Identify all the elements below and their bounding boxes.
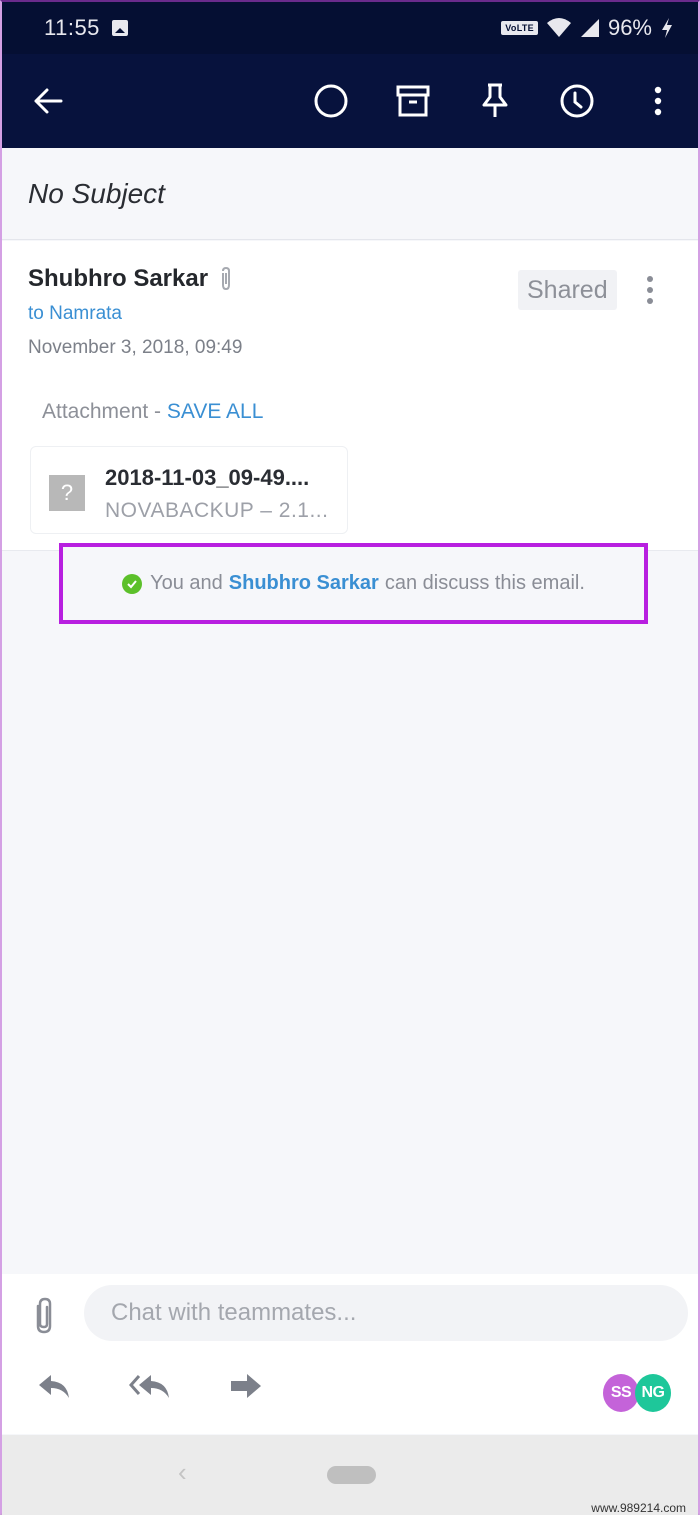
image-notification-icon <box>111 20 128 36</box>
reply-button[interactable] <box>34 1370 74 1402</box>
message-more-button[interactable] <box>638 273 662 307</box>
pin-button[interactable] <box>471 77 519 125</box>
mark-unread-button[interactable] <box>307 77 355 125</box>
dot <box>647 286 653 293</box>
watermark-text: www.989214.com <box>591 1501 686 1515</box>
signal-icon <box>580 19 599 37</box>
avatar-ss[interactable]: SS <box>603 1374 639 1412</box>
save-all-button[interactable]: SAVE ALL <box>167 400 264 423</box>
dot <box>647 275 653 282</box>
more-vertical-icon <box>654 86 662 116</box>
chat-composer: SS NG <box>2 1274 698 1434</box>
wifi-icon <box>546 18 571 37</box>
unknown-file-icon: ? <box>49 475 85 511</box>
attachment-header: Attachment - SAVE ALL <box>42 400 263 424</box>
snooze-button[interactable] <box>553 77 601 125</box>
back-button[interactable] <box>24 77 72 125</box>
paperclip-icon <box>36 1297 52 1334</box>
subject-bar: No Subject <box>2 148 698 240</box>
reply-all-icon <box>129 1375 169 1398</box>
discussion-prefix: You and <box>150 572 223 594</box>
attachment-clip-icon <box>222 266 231 291</box>
forward-arrow-icon <box>231 1374 261 1398</box>
charging-icon <box>662 18 672 38</box>
archive-icon <box>396 85 430 117</box>
back-arrow-icon <box>34 88 63 114</box>
email-subject: No Subject <box>28 177 165 209</box>
nav-back-chevron-icon[interactable]: ‹ <box>178 1457 187 1488</box>
email-date: November 3, 2018, 09:49 <box>28 337 243 358</box>
attach-file-button[interactable] <box>30 1296 58 1336</box>
shared-badge[interactable]: Shared <box>518 270 617 310</box>
nav-home-pill[interactable] <box>327 1466 376 1484</box>
discussion-participant-link[interactable]: Shubhro Sarkar <box>229 572 379 595</box>
sender-name: Shubhro Sarkar <box>28 265 209 292</box>
dot <box>647 298 653 305</box>
attachment-label: Attachment - <box>42 400 167 423</box>
clock-icon <box>560 84 594 118</box>
discussion-suffix: can discuss this email. <box>384 572 585 594</box>
app-toolbar <box>2 54 698 148</box>
recipient-line[interactable]: to Namrata <box>28 303 122 325</box>
forward-button[interactable] <box>226 1370 266 1402</box>
sender-row[interactable]: Shubhro Sarkar <box>28 265 234 293</box>
system-navigation-bar: ‹ www.989214.com <box>2 1435 698 1515</box>
avatar-ng[interactable]: NG <box>635 1374 671 1412</box>
chat-check-icon <box>122 573 143 594</box>
status-time: 11:55 <box>44 15 100 40</box>
attachment-file-name: 2018-11-03_09-49.... <box>105 465 310 490</box>
chat-input[interactable] <box>84 1285 688 1341</box>
volte-badge: VoLTE <box>501 21 538 35</box>
status-indicators: VoLTE 96% <box>501 15 674 41</box>
attachment-item[interactable]: ? 2018-11-03_09-49.... NOVABACKUP – 2.1.… <box>30 446 348 534</box>
reply-all-button[interactable] <box>128 1370 174 1402</box>
circle-icon <box>314 84 348 118</box>
more-options-button[interactable] <box>634 77 682 125</box>
attachment-file-meta: NOVABACKUP – 2.1... <box>105 499 329 522</box>
reply-icon <box>39 1375 69 1398</box>
discussion-notice: You and Shubhro Sarkar can discuss this … <box>59 543 648 624</box>
archive-button[interactable] <box>389 77 437 125</box>
email-message-card: Shubhro Sarkar to Namrata November 3, 20… <box>2 241 698 551</box>
battery-percent: 96% <box>607 15 652 40</box>
status-bar: 11:55 VoLTE 96% <box>2 2 698 54</box>
pin-icon <box>482 83 508 117</box>
